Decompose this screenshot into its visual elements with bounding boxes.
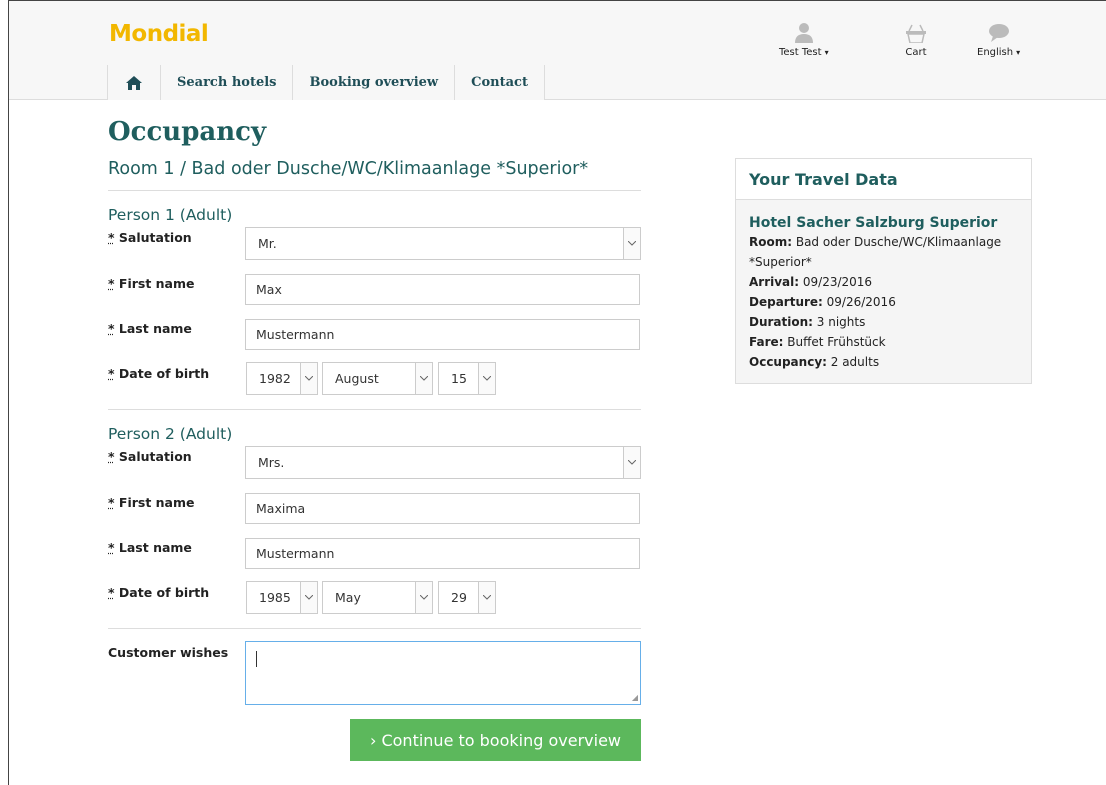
room-title: Room 1 / Bad oder Dusche/WC/Klimaanlage … bbox=[108, 159, 589, 179]
first-name-label: * First name bbox=[108, 276, 195, 291]
nav-search-hotels[interactable]: Search hotels bbox=[161, 65, 294, 100]
mondial-logo[interactable]: Mondial bbox=[109, 21, 209, 47]
chevron-down-icon bbox=[478, 582, 495, 613]
nav-booking-overview[interactable]: Booking overview bbox=[293, 65, 456, 100]
room-info: Room: Bad oder Dusche/WC/Klimaanlage *Su… bbox=[749, 235, 1002, 269]
language-label: English bbox=[977, 47, 1014, 58]
cart-label: Cart bbox=[905, 47, 927, 58]
travel-data-panel: Your Travel Data Hotel Sacher Salzburg S… bbox=[735, 158, 1032, 384]
dob-label: * Date of birth bbox=[108, 366, 210, 381]
salutation-label: * Salutation bbox=[108, 449, 192, 464]
person-1-first-name-input[interactable]: Max bbox=[245, 274, 640, 305]
first-name-label: * First name bbox=[108, 495, 195, 510]
home-icon bbox=[126, 75, 142, 90]
chevron-down-icon bbox=[300, 582, 317, 613]
chevron-down-icon bbox=[300, 363, 317, 394]
divider bbox=[108, 628, 641, 629]
arrival-info: Arrival: 09/23/2016 bbox=[749, 275, 873, 289]
customer-wishes-textarea[interactable]: ◢ bbox=[245, 641, 641, 705]
person-1-dob-year-select[interactable]: 1982 bbox=[246, 362, 318, 395]
user-menu[interactable]: Test Test ▾ bbox=[779, 23, 829, 58]
logo-text: Mondial bbox=[109, 21, 209, 47]
last-name-label: * Last name bbox=[108, 321, 192, 336]
continue-button[interactable]: › Continue to booking overview bbox=[350, 719, 641, 761]
person-2-first-name-input[interactable]: Maxima bbox=[245, 493, 640, 524]
chevron-down-icon bbox=[415, 582, 432, 613]
divider bbox=[108, 409, 641, 410]
person-2-dob-day-select[interactable]: 29 bbox=[438, 581, 496, 614]
text-cursor bbox=[256, 651, 257, 667]
main-nav: Search hotels Booking overview Contact bbox=[107, 65, 545, 100]
cart-icon bbox=[906, 24, 926, 43]
language-menu[interactable]: English ▾ bbox=[977, 23, 1020, 58]
last-name-label: * Last name bbox=[108, 540, 192, 555]
page-title: Occupancy bbox=[108, 117, 267, 147]
chevron-down-icon bbox=[623, 228, 640, 259]
panel-title: Your Travel Data bbox=[736, 159, 1031, 200]
person-1-title: Person 1 (Adult) bbox=[108, 206, 233, 224]
divider bbox=[108, 190, 641, 191]
person-2-dob-year-select[interactable]: 1985 bbox=[246, 581, 318, 614]
cart-link[interactable]: Cart bbox=[905, 23, 927, 58]
hotel-name: Hotel Sacher Salzburg Superior bbox=[749, 215, 998, 231]
site-header: Mondial Search hotels Booking overview C… bbox=[9, 1, 1106, 100]
chevron-down-icon: ▾ bbox=[824, 48, 829, 57]
chevron-down-icon bbox=[415, 363, 432, 394]
person-2-title: Person 2 (Adult) bbox=[108, 425, 233, 443]
chevron-down-icon bbox=[623, 447, 640, 478]
occupancy-info: Occupancy: 2 adults bbox=[749, 355, 880, 369]
person-2-dob-month-select[interactable]: May bbox=[322, 581, 433, 614]
dob-label: * Date of birth bbox=[108, 585, 210, 600]
resize-grip-icon[interactable]: ◢ bbox=[632, 693, 638, 702]
nav-home[interactable] bbox=[108, 65, 161, 100]
person-1-dob-day-select[interactable]: 15 bbox=[438, 362, 496, 395]
duration-info: Duration: 3 nights bbox=[749, 315, 866, 329]
person-2-salutation-select[interactable]: Mrs. bbox=[245, 446, 641, 479]
departure-info: Departure: 09/26/2016 bbox=[749, 295, 896, 309]
user-name: Test Test bbox=[779, 47, 822, 58]
speech-bubble-icon bbox=[988, 24, 1009, 42]
chevron-down-icon: ▾ bbox=[1016, 48, 1021, 57]
person-1-dob-month-select[interactable]: August bbox=[322, 362, 433, 395]
customer-wishes-label: Customer wishes bbox=[108, 645, 229, 660]
person-1-salutation-select[interactable]: Mr. bbox=[245, 227, 641, 260]
fare-info: Fare: Buffet Frühstück bbox=[749, 335, 886, 349]
person-2-last-name-input[interactable]: Mustermann bbox=[245, 538, 640, 569]
chevron-down-icon bbox=[478, 363, 495, 394]
salutation-label: * Salutation bbox=[108, 230, 192, 245]
user-icon bbox=[794, 23, 813, 43]
nav-contact[interactable]: Contact bbox=[455, 65, 545, 100]
person-1-last-name-input[interactable]: Mustermann bbox=[245, 319, 640, 350]
